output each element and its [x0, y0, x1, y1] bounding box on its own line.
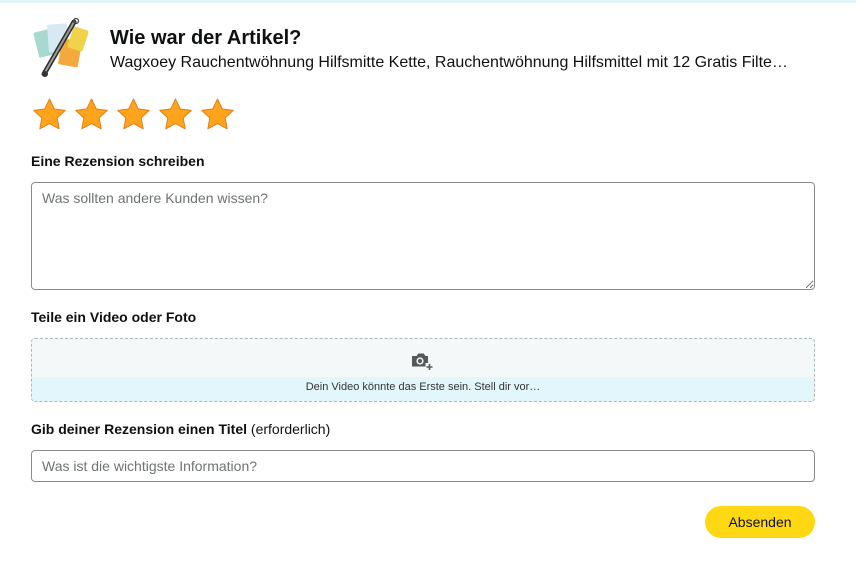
star-icon-4[interactable] [157, 96, 194, 134]
required-note: (erforderlich) [250, 421, 331, 437]
star-icon-2[interactable] [73, 96, 110, 134]
page-heading: Wie war der Artikel? [110, 27, 302, 49]
product-title: Wagxoey Rauchentwöhnung Hilfsmitte Kette… [110, 54, 788, 71]
star-icon-1[interactable] [31, 96, 68, 134]
top-accent-bar [0, 0, 856, 3]
star-icon-3[interactable] [115, 96, 152, 134]
media-upload-area[interactable]: Dein Video könnte das Erste sein. Stell … [31, 338, 815, 402]
media-label: Teile ein Video oder Foto [31, 309, 197, 325]
title-label: Gib deiner Rezension einen Titel (erford… [31, 420, 330, 438]
title-input[interactable] [31, 450, 815, 482]
review-textarea[interactable] [31, 182, 815, 290]
camera-add-icon [412, 353, 434, 371]
star-rating[interactable] [31, 96, 236, 134]
submit-button[interactable]: Absenden [705, 506, 815, 538]
title-label-text: Gib deiner Rezension einen Titel [31, 421, 248, 437]
product-thumbnail [33, 18, 89, 77]
upload-hint: Dein Video könnte das Erste sein. Stell … [32, 377, 814, 401]
review-label: Eine Rezension schreiben [31, 153, 205, 169]
star-icon-5[interactable] [199, 96, 236, 134]
